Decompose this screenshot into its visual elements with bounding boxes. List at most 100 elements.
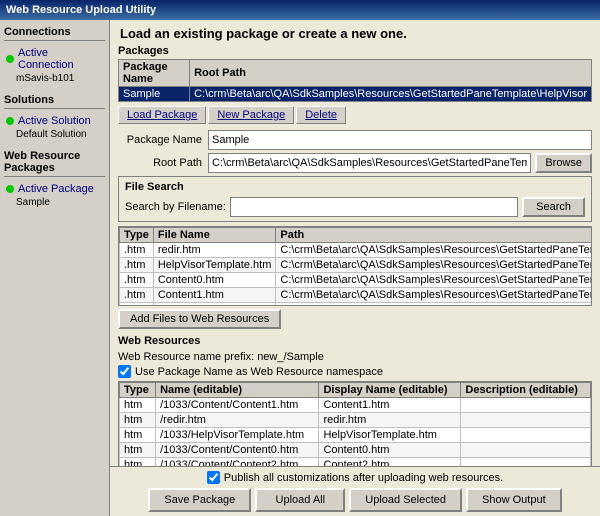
file-path: C:\crm\Beta\arc\QA\SdkSamples\Resources\… (276, 303, 592, 307)
file-table: Type File Name Path .htmredir.htmC:\crm\… (119, 227, 592, 306)
packages-btn-row: Load Package New Package Delete (118, 106, 592, 124)
web-name: /1033/Content/Content2.htm (156, 458, 319, 467)
new-package-button[interactable]: New Package (208, 106, 294, 124)
web-display: HelpVisorTemplate.htm (319, 428, 461, 443)
packages-label: Packages (118, 45, 592, 57)
file-type: .htm (120, 303, 154, 307)
sidebar-wrp-header: Web Resource Packages (4, 148, 105, 177)
file-name: redir.htm (153, 243, 276, 258)
load-package-button[interactable]: Load Package (118, 106, 206, 124)
file-table-row[interactable]: .htmContent2.htmC:\crm\Beta\arc\QA\SdkSa… (120, 303, 593, 307)
web-table-row[interactable]: htm/redir.htmredir.htm (120, 413, 591, 428)
title-bar-label: Web Resource Upload Utility (6, 4, 156, 16)
file-table-row[interactable]: .htmContent0.htmC:\crm\Beta\arc\QA\SdkSa… (120, 273, 593, 288)
sidebar-connection-name1: mSavis-b101 (16, 73, 105, 84)
web-table-row[interactable]: htm/1033/Content/Content1.htmContent1.ht… (120, 398, 591, 413)
file-table-row[interactable]: .htmHelpVisorTemplate.htmC:\crm\Beta\arc… (120, 258, 593, 273)
file-path: C:\crm\Beta\arc\QA\SdkSamples\Resources\… (276, 288, 592, 303)
web-table-row[interactable]: htm/1033/Content/Content2.htmContent2.ht… (120, 458, 591, 467)
title-bar: Web Resource Upload Utility (0, 0, 600, 20)
package-name-row: Package Name (118, 130, 592, 150)
sidebar: Connections Active Connection mSavis-b10… (0, 20, 110, 516)
file-table-row[interactable]: .htmContent1.htmC:\crm\Beta\arc\QA\SdkSa… (120, 288, 593, 303)
web-desc (461, 413, 591, 428)
pkg-row-path: C:\crm\Beta\arc\QA\SdkSamples\Resources\… (190, 87, 592, 102)
sidebar-web-resource-packages: Web Resource Packages Active Package Sam… (4, 148, 105, 208)
bottom-btn-row: Save Package Upload All Upload Selected … (118, 488, 592, 512)
connection-status-dot (6, 55, 14, 63)
namespace-checkbox[interactable] (118, 365, 131, 378)
file-col-type: Type (120, 228, 154, 243)
root-path-label: Root Path (118, 157, 208, 169)
web-desc (461, 458, 591, 467)
web-type: htm (120, 413, 156, 428)
browse-button[interactable]: Browse (535, 153, 592, 173)
publish-checkbox[interactable] (207, 471, 220, 484)
upload-all-button[interactable]: Upload All (255, 488, 345, 512)
publish-checkbox-label: Publish all customizations after uploadi… (224, 472, 503, 484)
file-type: .htm (120, 273, 154, 288)
file-path: C:\crm\Beta\arc\QA\SdkSamples\Resources\… (276, 273, 592, 288)
search-row: Search by Filename: Search (125, 197, 585, 217)
file-name: Content1.htm (153, 288, 276, 303)
web-type: htm (120, 398, 156, 413)
search-button[interactable]: Search (522, 197, 585, 217)
sidebar-active-package[interactable]: Active Package (4, 181, 105, 197)
file-path: C:\crm\Beta\arc\QA\SdkSamples\Resources\… (276, 258, 592, 273)
save-package-button[interactable]: Save Package (148, 488, 251, 512)
sidebar-active-connection[interactable]: Active Connection (4, 45, 105, 73)
web-display: Content0.htm (319, 443, 461, 458)
main-content: Load an existing package or create a new… (110, 20, 600, 516)
web-display: Content2.htm (319, 458, 461, 467)
web-name: /1033/HelpVisorTemplate.htm (156, 428, 319, 443)
web-table-row[interactable]: htm/1033/Content/Content0.htmContent0.ht… (120, 443, 591, 458)
web-name: /1033/Content/Content0.htm (156, 443, 319, 458)
add-files-btn-row: Add Files to Web Resources (118, 309, 592, 329)
web-table-row[interactable]: htm/1033/HelpVisorTemplate.htmHelpVisorT… (120, 428, 591, 443)
package-name-input[interactable] (208, 130, 592, 150)
sidebar-active-solution-label: Active Solution (18, 115, 91, 127)
sidebar-active-package-label: Active Package (18, 183, 94, 195)
file-col-name: File Name (153, 228, 276, 243)
namespace-checkbox-row: Use Package Name as Web Resource namespa… (118, 365, 592, 378)
pkg-row-name: Sample (119, 87, 190, 102)
root-path-row: Root Path Browse (118, 153, 592, 173)
search-input[interactable] (230, 197, 518, 217)
solution-status-dot (6, 117, 14, 125)
bottom-area: Publish all customizations after uploadi… (110, 466, 600, 516)
file-search-section: File Search Search by Filename: Search (118, 176, 592, 222)
file-type: .htm (120, 258, 154, 273)
web-type: htm (120, 443, 156, 458)
package-name-label: Package Name (118, 134, 208, 146)
sidebar-package-name: Sample (16, 197, 105, 208)
file-name: Content0.htm (153, 273, 276, 288)
content-area: Packages Package Name Root Path SampleC:… (110, 45, 600, 466)
package-status-dot (6, 185, 14, 193)
web-col-desc: Description (editable) (461, 383, 591, 398)
web-display: Content1.htm (319, 398, 461, 413)
packages-table: Package Name Root Path SampleC:\crm\Beta… (118, 59, 592, 102)
file-name: Content2.htm (153, 303, 276, 307)
web-col-name: Name (editable) (156, 383, 319, 398)
web-desc (461, 398, 591, 413)
upload-selected-button[interactable]: Upload Selected (349, 488, 462, 512)
sidebar-active-solution[interactable]: Active Solution (4, 113, 105, 129)
sidebar-solutions-header: Solutions (4, 92, 105, 109)
sidebar-solution-name: Default Solution (16, 129, 105, 140)
web-table-wrapper: Type Name (editable) Display Name (edita… (118, 381, 592, 466)
add-files-button[interactable]: Add Files to Web Resources (118, 309, 281, 329)
packages-col-path: Root Path (190, 60, 592, 87)
web-table: Type Name (editable) Display Name (edita… (119, 382, 591, 466)
delete-button[interactable]: Delete (296, 106, 346, 124)
packages-row[interactable]: SampleC:\crm\Beta\arc\QA\SdkSamples\Reso… (119, 87, 592, 102)
sidebar-connections-header: Connections (4, 24, 105, 41)
file-table-row[interactable]: .htmredir.htmC:\crm\Beta\arc\QA\SdkSampl… (120, 243, 593, 258)
web-display: redir.htm (319, 413, 461, 428)
packages-col-name: Package Name (119, 60, 190, 87)
show-output-button[interactable]: Show Output (466, 488, 562, 512)
root-path-input[interactable] (208, 153, 531, 173)
web-resources-prefix: Web Resource name prefix: new_/Sample (118, 351, 592, 363)
web-col-display: Display Name (editable) (319, 383, 461, 398)
search-by-filename-label: Search by Filename: (125, 201, 226, 213)
file-col-path: Path (276, 228, 592, 243)
